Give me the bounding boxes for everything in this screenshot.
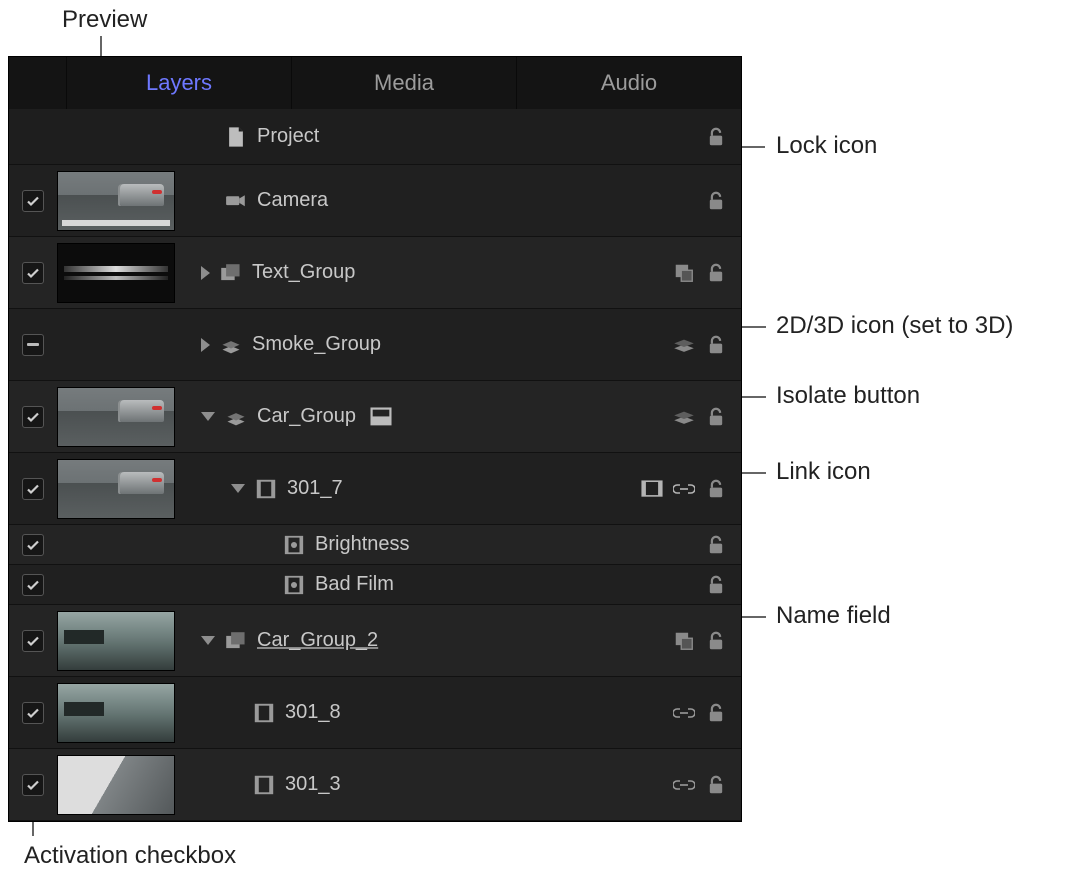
2d-3d-icon[interactable] — [673, 335, 695, 355]
layer-name: Project — [257, 125, 319, 148]
activation-checkbox[interactable] — [22, 574, 44, 596]
row-clip-301-8[interactable]: 301_8 — [9, 677, 741, 749]
tab-layers[interactable]: Layers — [67, 57, 292, 109]
row-project[interactable]: Project — [9, 109, 741, 165]
callout-link: Link icon — [776, 458, 871, 486]
document-icon — [225, 127, 247, 147]
disclosure-triangle[interactable] — [231, 484, 245, 493]
filter-icon — [283, 535, 305, 555]
activation-checkbox[interactable] — [22, 630, 44, 652]
row-clip-301-3[interactable]: 301_3 — [9, 749, 741, 821]
layer-name: 301_3 — [285, 773, 341, 796]
row-car-group[interactable]: Car_Group — [9, 381, 741, 453]
disclosure-triangle[interactable] — [201, 266, 210, 280]
preview-thumbnail — [57, 683, 175, 743]
layer-name: 301_7 — [287, 477, 343, 500]
row-bad-film[interactable]: Bad Film — [9, 565, 741, 605]
callout-2d3d: 2D/3D icon (set to 3D) — [776, 312, 1013, 340]
tab-bar: Layers Media Audio — [9, 57, 741, 109]
filmstrip-icon — [253, 775, 275, 795]
callout-preview: Preview — [62, 6, 147, 34]
lock-icon[interactable] — [705, 703, 727, 723]
tab-media[interactable]: Media — [292, 57, 517, 109]
preview-thumbnail — [57, 755, 175, 815]
preview-thumbnail — [57, 387, 175, 447]
lock-icon[interactable] — [705, 575, 727, 595]
lock-icon[interactable] — [705, 263, 727, 283]
link-icon[interactable] — [673, 703, 695, 723]
row-smoke-group[interactable]: Smoke_Group — [9, 309, 741, 381]
group-2d-icon — [220, 263, 242, 283]
isolate-icon[interactable] — [673, 263, 695, 283]
mask-icon[interactable] — [641, 479, 663, 499]
filmstrip-icon — [253, 703, 275, 723]
preview-thumbnail — [57, 459, 175, 519]
activation-checkbox[interactable] — [22, 702, 44, 724]
activation-checkbox[interactable] — [22, 262, 44, 284]
layer-name: 301_8 — [285, 701, 341, 724]
lock-icon[interactable] — [705, 535, 727, 555]
activation-checkbox[interactable] — [22, 406, 44, 428]
tab-audio[interactable]: Audio — [517, 57, 741, 109]
layer-name: Camera — [257, 189, 328, 212]
filter-icon — [283, 575, 305, 595]
layer-name: Smoke_Group — [252, 333, 381, 356]
lock-icon[interactable] — [705, 127, 727, 147]
isolate-button[interactable] — [370, 407, 392, 427]
callout-name-field: Name field — [776, 602, 891, 630]
2d-3d-icon[interactable] — [673, 407, 695, 427]
group-3d-icon — [225, 407, 247, 427]
lock-icon[interactable] — [705, 191, 727, 211]
link-icon[interactable] — [673, 775, 695, 795]
disclosure-triangle[interactable] — [201, 636, 215, 645]
row-text-group[interactable]: Text_Group — [9, 237, 741, 309]
preview-thumbnail — [57, 243, 175, 303]
lock-icon[interactable] — [705, 479, 727, 499]
camera-icon — [225, 191, 247, 211]
filmstrip-icon — [255, 479, 277, 499]
callout-activation: Activation checkbox — [24, 842, 236, 870]
lock-icon[interactable] — [705, 335, 727, 355]
isolate-icon[interactable] — [673, 631, 695, 651]
row-brightness[interactable]: Brightness — [9, 525, 741, 565]
callout-isolate: Isolate button — [776, 382, 920, 410]
disclosure-triangle[interactable] — [201, 338, 210, 352]
group-3d-icon — [220, 335, 242, 355]
lock-icon[interactable] — [705, 775, 727, 795]
preview-thumbnail — [57, 611, 175, 671]
row-car-group-2[interactable]: Car_Group_2 — [9, 605, 741, 677]
lock-icon[interactable] — [705, 407, 727, 427]
layer-name-field[interactable]: Car_Group_2 — [257, 629, 378, 652]
link-icon[interactable] — [673, 479, 695, 499]
layer-name: Text_Group — [252, 261, 355, 284]
layer-name: Car_Group — [257, 405, 356, 428]
activation-checkbox[interactable] — [22, 774, 44, 796]
activation-checkbox[interactable] — [22, 478, 44, 500]
activation-checkbox[interactable] — [22, 534, 44, 556]
row-camera[interactable]: Camera — [9, 165, 741, 237]
activation-checkbox[interactable] — [22, 190, 44, 212]
layer-name: Bad Film — [315, 573, 394, 596]
disclosure-triangle[interactable] — [201, 412, 215, 421]
activation-checkbox[interactable] — [22, 334, 44, 356]
layers-panel: Layers Media Audio Project Camer — [8, 56, 742, 822]
layer-name: Brightness — [315, 533, 410, 556]
group-2d-icon — [225, 631, 247, 651]
preview-thumbnail — [57, 171, 175, 231]
lock-icon[interactable] — [705, 631, 727, 651]
callout-lock: Lock icon — [776, 132, 877, 160]
row-clip-301-7[interactable]: 301_7 — [9, 453, 741, 525]
